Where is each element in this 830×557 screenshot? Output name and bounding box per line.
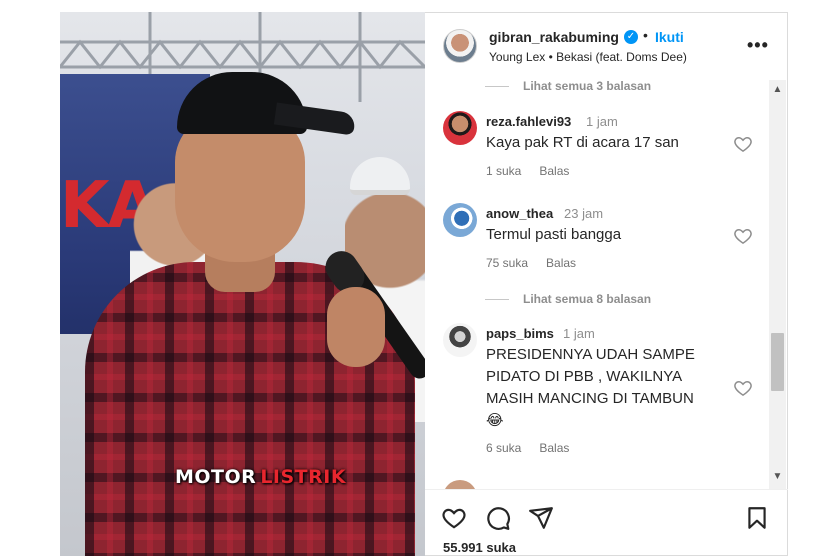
verified-badge-icon: ✓ (624, 30, 638, 44)
follow-button[interactable]: Ikuti (655, 29, 684, 45)
music-info[interactable]: Young Lex • Bekasi (feat. Doms Dee) (489, 50, 687, 64)
comment-text: Kaya pak RT di acara 17 san (486, 134, 679, 151)
view-replies-label: Lihat semua 3 balasan (523, 79, 652, 93)
likes-count[interactable]: 55.991 suka (443, 540, 516, 555)
like-heart-icon[interactable] (441, 505, 467, 531)
view-replies-link[interactable]: Lihat semua 3 balasan (485, 79, 651, 93)
comment-icon[interactable] (485, 505, 511, 531)
watermark-caption: MOTOR LISTRIK (175, 466, 346, 488)
comment-time[interactable]: 1 jam (563, 326, 595, 341)
view-replies-link[interactable]: Lihat semua 8 balasan (485, 292, 651, 306)
replies-divider (485, 86, 509, 88)
scrollbar-track[interactable] (769, 80, 786, 489)
scroll-up-icon[interactable]: ▲ (769, 82, 786, 98)
more-icon[interactable]: ••• (747, 35, 769, 56)
comment-avatar[interactable] (443, 323, 477, 357)
comments-pane: gibran_rakabuming ✓ • Ikuti Young Lex • … (425, 12, 788, 556)
comment-text: Termul pasti bangga (486, 226, 622, 243)
watermark-accent-word: LISTRIK (260, 466, 347, 488)
author-username[interactable]: gibran_rakabuming (489, 29, 619, 45)
comment-username[interactable]: reza.fahlevi93 (486, 114, 571, 129)
watermark-word: MOTOR (175, 466, 257, 488)
header-separator: • (643, 27, 648, 43)
heart-icon[interactable] (733, 134, 753, 154)
comment-avatar[interactable] (443, 111, 477, 145)
replies-divider (485, 299, 509, 301)
post-photo[interactable]: KA MOTOR LISTRIK (60, 12, 425, 556)
comment-likes[interactable]: 6 suka (486, 441, 521, 455)
laughing-emoji: 😂 (486, 412, 504, 429)
reply-button[interactable]: Balas (539, 164, 569, 178)
comment-meta: 6 suka Balas (486, 441, 587, 455)
comment-time[interactable]: 1 jam (586, 114, 618, 129)
comment-avatar[interactable] (443, 480, 477, 489)
comment-meta: 1 suka Balas (486, 164, 587, 178)
comment-username[interactable]: paps_bims (486, 326, 554, 341)
speaker-face (175, 112, 305, 262)
comment-text-body: PRESIDENNYA UDAH SAMPE PIDATO DI PBB , W… (486, 346, 695, 407)
heart-icon[interactable] (733, 226, 753, 246)
speaker-hand (327, 287, 385, 367)
comments-list[interactable]: Lihat semua 3 balasan reza.fahlevi93 1 j… (425, 76, 788, 489)
comment-avatar[interactable] (443, 203, 477, 237)
comment-time[interactable]: 23 jam (564, 206, 603, 221)
comment-likes[interactable]: 1 suka (486, 164, 521, 178)
comment-username[interactable]: anow_thea (486, 206, 553, 221)
reply-button[interactable]: Balas (546, 256, 576, 270)
comment-meta: 75 suka Balas (486, 256, 594, 270)
share-icon[interactable] (528, 505, 554, 531)
instagram-post-view: KA MOTOR LISTRIK gibran_rakabuming ✓ • Ik… (0, 0, 830, 556)
save-icon[interactable] (744, 505, 770, 531)
reply-button[interactable]: Balas (539, 441, 569, 455)
scroll-down-icon[interactable]: ▼ (769, 469, 786, 485)
action-bar: 55.991 suka (425, 489, 788, 557)
comment-likes[interactable]: 75 suka (486, 256, 528, 270)
author-avatar[interactable] (443, 29, 477, 63)
post-header: gibran_rakabuming ✓ • Ikuti Young Lex • … (425, 13, 788, 76)
scrollbar-thumb[interactable] (771, 333, 784, 391)
view-replies-label: Lihat semua 8 balasan (523, 292, 652, 306)
heart-icon[interactable] (733, 378, 753, 398)
comment-text: PRESIDENNYA UDAH SAMPE PIDATO DI PBB , W… (486, 344, 726, 432)
